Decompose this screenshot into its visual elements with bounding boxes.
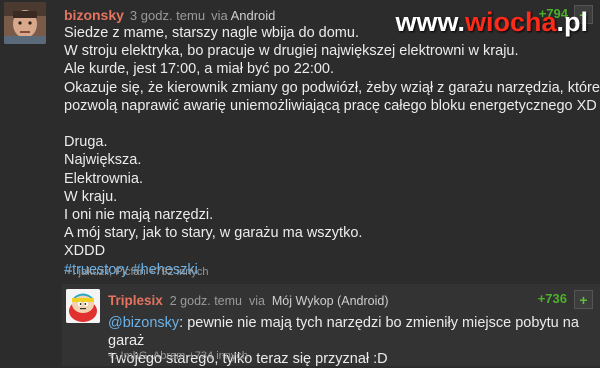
post-line-blank <box>64 115 592 133</box>
post-timestamp[interactable]: 3 godz. temu <box>130 8 205 23</box>
reply-meta: Triplesix 2 godz. temu via Mój Wykop (An… <box>108 293 388 308</box>
post-author-link[interactable]: bizonsky <box>64 7 124 23</box>
post-line: A mój stary, jak to stary, w garażu ma w… <box>64 225 363 242</box>
reply-voters[interactable]: +: ImhG, Abram +734 innych <box>108 350 248 362</box>
post-body: Siedze z mame, starszy nagle wbija do do… <box>64 24 600 279</box>
reply-comment: Triplesix 2 godz. temu via Mój Wykop (An… <box>62 284 600 367</box>
reply-text-line1: : pewnie nie mają tych narzędzi bo zmien… <box>108 315 579 349</box>
post-meta: bizonsky 3 godz. temu via Android <box>64 7 275 23</box>
post-line: Największa. <box>64 152 142 169</box>
reply-via-label: via <box>248 294 265 308</box>
post-line: XDDD <box>64 243 106 260</box>
reply-timestamp[interactable]: 2 godz. temu <box>170 294 242 308</box>
reply-source: Mój Wykop (Android) <box>271 294 389 308</box>
post-line: Druga. <box>64 134 108 151</box>
reply-mention-link[interactable]: @bizonsky <box>108 315 179 331</box>
reply-author-avatar[interactable] <box>66 289 100 323</box>
main-post: bizonsky 3 godz. temu via Android +794 + w… <box>0 0 600 367</box>
post-line: Okazuje się, że kierownik zmiany go podw… <box>64 79 600 96</box>
post-line: I oni nie mają narzędzi. <box>64 207 214 224</box>
post-line: Ale kurde, jest 17:00, a miał być po 22:… <box>64 61 335 78</box>
avatar-image <box>4 2 46 44</box>
reply-vote-count: +736 <box>537 291 567 306</box>
cartman-avatar-icon <box>66 289 100 323</box>
via-label: via <box>211 8 228 23</box>
reply-author-link[interactable]: Triplesix <box>108 293 163 308</box>
post-line: W stroju elektryka, bo pracuje w drugiej… <box>64 43 519 60</box>
reply-upvote-button[interactable]: + <box>574 290 593 309</box>
post-line: Siedze z mame, starszy nagle wbija do do… <box>64 25 359 41</box>
post-line: pozwolą naprawić awarię uniemożliwiającą… <box>64 97 597 114</box>
post-voters[interactable]: +: jakuzii, Picfan +792 innych <box>66 266 208 278</box>
author-avatar[interactable] <box>4 2 46 44</box>
post-line: Elektrownia. <box>64 170 143 187</box>
post-line: W kraju. <box>64 188 118 205</box>
post-source: Android <box>230 8 276 23</box>
